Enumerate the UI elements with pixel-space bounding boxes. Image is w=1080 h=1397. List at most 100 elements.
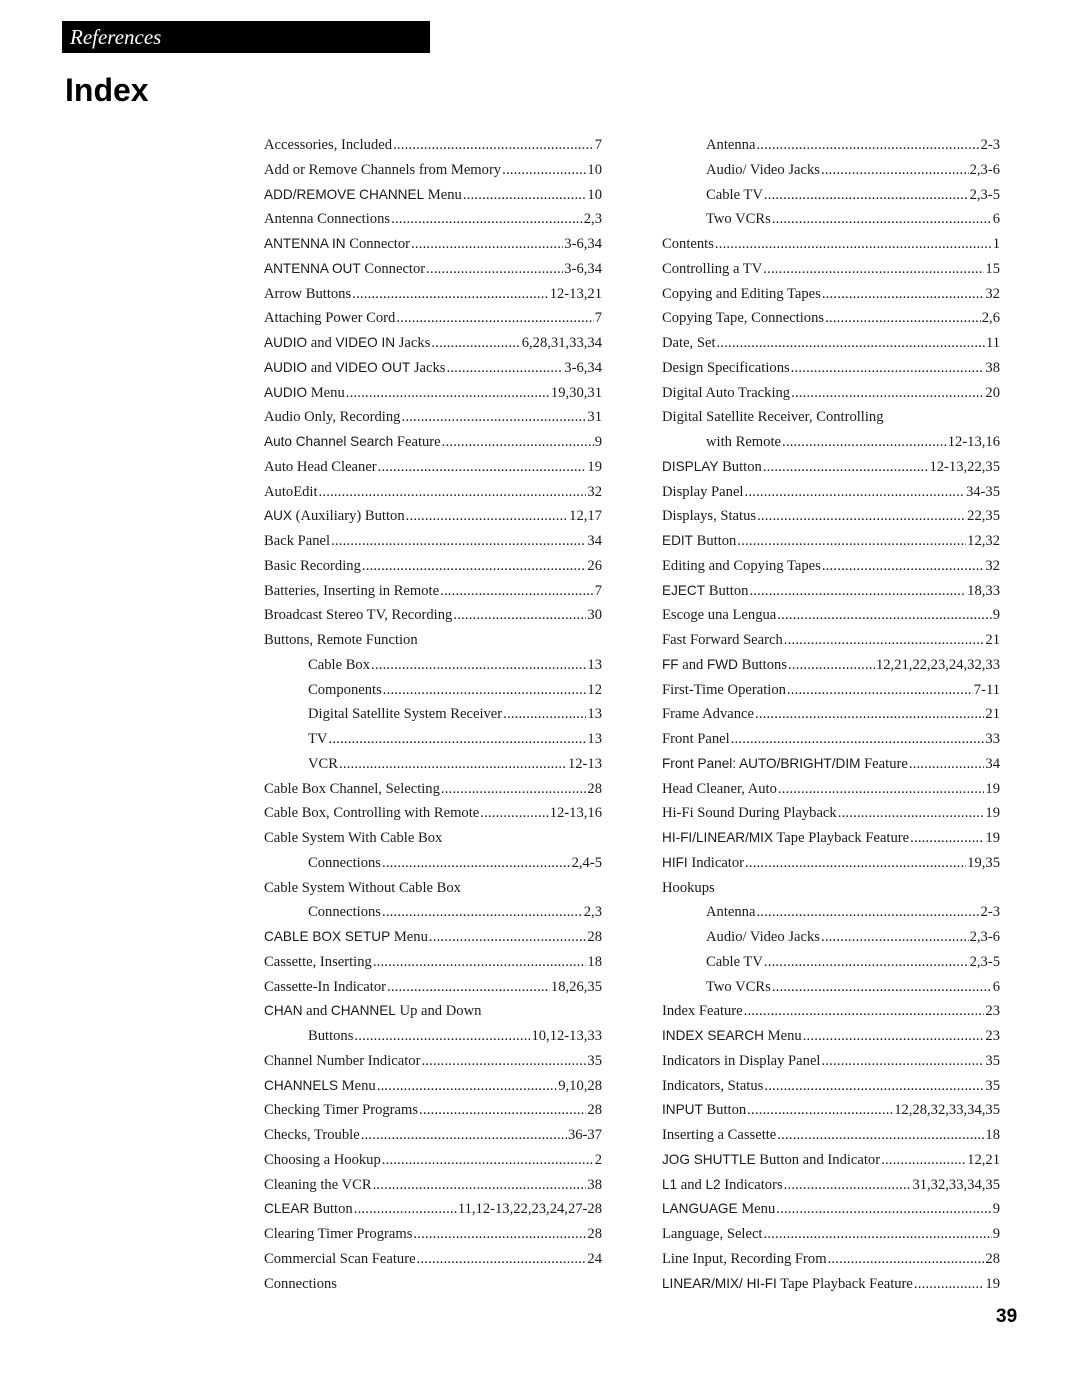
entry-pages: 7	[594, 137, 602, 153]
entry-pages: 35	[985, 1077, 1000, 1094]
entry-label-part: Cable TV	[706, 953, 763, 970]
entry-label-part: Connector	[345, 236, 411, 252]
index-subentry: Digital Satellite System Receiver 13	[264, 702, 602, 727]
index-entry: Display Panel 34-35	[662, 480, 1000, 505]
entry-pages: 13	[587, 731, 602, 747]
dot-leader	[772, 207, 992, 232]
entry-label-part: First-Time Operation	[662, 681, 786, 698]
index-subentry: Antenna 2-3	[662, 900, 1000, 925]
dot-leader	[361, 1123, 567, 1148]
entry-label: Editing and Copying Tapes	[662, 554, 821, 579]
dot-leader	[764, 1074, 984, 1099]
dot-leader	[764, 183, 969, 208]
entry-pages: 13	[587, 706, 602, 723]
index-entry: AUDIO and VIDEO OUT Jacks 3-6,34	[264, 356, 602, 381]
dot-leader	[440, 579, 594, 604]
entry-label-part: Frame Advance	[662, 706, 754, 723]
entry-pages: 36-37	[567, 1127, 602, 1143]
dot-leader	[413, 1222, 586, 1247]
page-number: 39	[996, 1306, 1018, 1327]
dot-leader	[822, 554, 985, 579]
entry-label-part: Design Specifications	[662, 359, 790, 376]
dot-leader	[431, 331, 520, 356]
entry-label: Cassette-In Indicator	[264, 975, 386, 1000]
dot-leader	[446, 356, 563, 381]
entry-label: Cable Box Channel, Selecting	[264, 777, 440, 802]
index-entry: Add or Remove Channels from Memory 10	[264, 158, 602, 183]
index-entry: Checks, Trouble 36-37	[264, 1123, 602, 1148]
entry-pages: 11,12-13,22,23,24,27-28	[457, 1201, 602, 1218]
entry-label: Audio/ Video Jacks	[706, 925, 820, 950]
entry-label: CLEAR Button	[264, 1197, 353, 1222]
entry-label-part: AUX	[264, 508, 292, 524]
entry-label-part: Connections	[264, 1275, 337, 1292]
index-heading: Hookups	[662, 876, 1000, 901]
entry-label-part: Digital Satellite System Receiver	[308, 706, 503, 723]
entry-label: Hi-Fi Sound During Playback	[662, 801, 837, 826]
entry-pages: 34	[985, 755, 1000, 772]
entry-pages: 19	[985, 830, 1000, 846]
entry-label: FF and FWD Buttons	[662, 653, 787, 678]
dot-leader	[787, 678, 973, 703]
index-entry: JOG SHUTTLE Button and Indicator 12,21	[662, 1148, 1000, 1173]
entry-label-part: Display Panel	[662, 483, 744, 500]
page-title: Index	[65, 72, 149, 108]
entry-pages: 35	[985, 1052, 1000, 1069]
entry-pages: 2,3	[583, 211, 602, 228]
dot-leader	[421, 1049, 586, 1074]
entry-label-part: Auto Head Cleaner	[264, 458, 377, 475]
entry-label: JOG SHUTTLE Button and Indicator	[662, 1148, 880, 1173]
entry-label-part: Auto Channel Search	[264, 434, 394, 449]
entry-label: Cable TV	[706, 950, 763, 975]
entry-pages: 13	[587, 656, 602, 673]
entry-pages: 28	[587, 1226, 602, 1242]
index-entry: Escoge una Lengua 9	[662, 603, 1000, 628]
entry-label: Line Input, Recording From	[662, 1247, 827, 1272]
entry-label: First-Time Operation	[662, 678, 786, 703]
entry-pages: 19	[985, 1275, 1000, 1292]
entry-pages: 12	[587, 681, 602, 698]
entry-label-part: Language, Select	[662, 1226, 763, 1242]
entry-pages: 19,35	[967, 854, 1000, 871]
dot-leader	[791, 381, 984, 406]
index-subentry: Cable TV 2,3-5	[662, 183, 1000, 208]
entry-label-part: VIDEO OUT	[335, 359, 411, 375]
entry-pages: 7	[594, 582, 602, 599]
entry-label: Commercial Scan Feature	[264, 1247, 416, 1272]
entry-label-part: Button	[702, 1102, 747, 1119]
index-subentry: Audio/ Video Jacks 2,3-6	[662, 925, 1000, 950]
index-entry: Basic Recording 26	[264, 554, 602, 579]
entry-label: INPUT Button	[662, 1098, 746, 1123]
index-entry: Cassette, Inserting 18	[264, 950, 602, 975]
entry-label-part: Menu	[737, 1201, 776, 1218]
dot-leader	[319, 480, 587, 505]
dot-leader	[749, 579, 966, 604]
entry-label: HI-FI/LINEAR/MIX Tape Playback Feature	[662, 826, 909, 851]
entry-label-part: Tape Playback Feature	[773, 830, 910, 846]
index-entry: INDEX SEARCH Menu 23	[662, 1024, 1000, 1049]
entry-label: Cable TV	[706, 183, 763, 208]
entry-label-part: Menu	[338, 1077, 376, 1094]
index-entry: Language, Select 9	[662, 1222, 1000, 1247]
entry-label-part: VCR	[308, 755, 339, 772]
dot-leader	[339, 752, 567, 777]
entry-label: Connections	[264, 1272, 337, 1297]
index-subentry: Cable Box 13	[264, 653, 602, 678]
entry-label-part: Checking Timer Programs	[264, 1102, 419, 1119]
entry-label-part: Jacks	[410, 359, 446, 376]
dot-leader	[373, 1173, 587, 1198]
entry-label-part: AUDIO	[264, 359, 308, 375]
dot-leader	[406, 504, 569, 529]
index-entry: Auto Channel Search Feature 9	[264, 430, 602, 455]
index-entry: EJECT Button 18,33	[662, 579, 1000, 604]
index-entry: Inserting a Cassette 18	[662, 1123, 1000, 1148]
dot-leader	[393, 133, 594, 158]
dot-leader	[503, 702, 586, 727]
dot-leader	[822, 282, 985, 307]
dot-leader	[764, 1222, 992, 1247]
entry-label: Auto Channel Search Feature	[264, 430, 441, 455]
entry-label: Connections	[308, 900, 381, 925]
dot-leader	[731, 727, 985, 752]
index-entry: Arrow Buttons 12-13,21	[264, 282, 602, 307]
index-subentry: Antenna 2-3	[662, 133, 1000, 158]
